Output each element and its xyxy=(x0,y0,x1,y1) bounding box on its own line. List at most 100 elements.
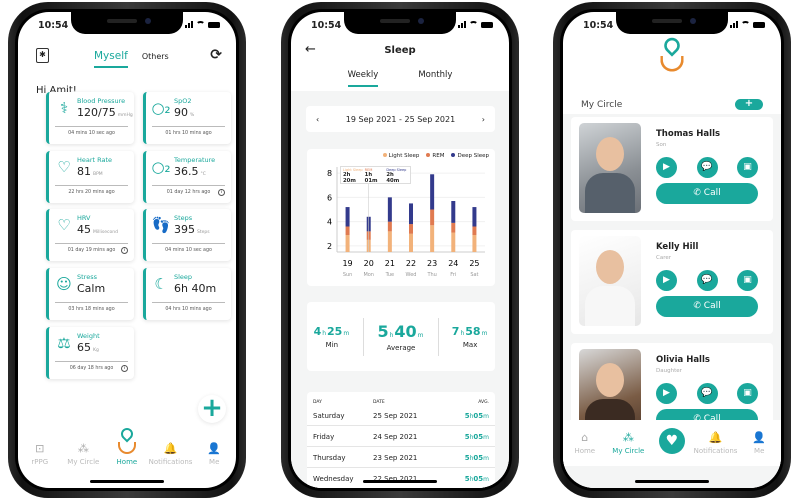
add-member-button[interactable]: + xyxy=(735,99,763,110)
heart-icon: ♥ xyxy=(658,428,685,454)
tab-monthly[interactable]: Monthly xyxy=(418,70,452,87)
table-row[interactable]: Friday 24 Sep 2021 5h05m xyxy=(307,426,495,447)
phone-home: 10:54 ✱ Myself Others ⟳ Hi Amit! ⚕ Blood… xyxy=(8,2,246,498)
nav-icon: 👤 xyxy=(752,431,767,444)
metric-card-heart-rate[interactable]: ♡ Heart Rate 81 BPM 22 hrs 20 mins ago xyxy=(46,151,134,203)
video-call-icon[interactable]: ▶ xyxy=(656,157,677,178)
nav-me[interactable]: 👤 Me xyxy=(192,442,236,466)
status-time: 10:54 xyxy=(583,20,614,31)
card-value: 6h 40m xyxy=(174,282,217,295)
contact-name: Thomas Halls xyxy=(656,129,721,139)
gallery-icon[interactable]: ▣ xyxy=(737,270,758,291)
x-sub-label: Tue xyxy=(385,272,395,278)
info-icon[interactable]: i xyxy=(121,247,128,254)
app-logo xyxy=(660,34,684,74)
nav-my-circle[interactable]: ⁂ My Circle xyxy=(62,442,106,466)
sleep-icon: ☾ xyxy=(154,275,168,293)
add-button[interactable]: + xyxy=(198,395,226,423)
card-label: HRV xyxy=(77,214,91,222)
wifi-icon xyxy=(196,21,205,28)
chart-tooltip: Light Sleep 2h 20m REM 1h 01m Deep Sleep 2h… xyxy=(340,166,411,184)
tab-myself[interactable]: Myself xyxy=(94,50,128,68)
metric-card-hrv[interactable]: ♡ HRV 45 Millisecond 01 day 19 mins ago i xyxy=(46,209,134,261)
metric-card-steps[interactable]: 👣 Steps 395 Steps 04 mins 10 sec ago xyxy=(143,209,231,261)
card-label: SpO2 xyxy=(174,97,192,105)
metric-card-blood-pressure[interactable]: ⚕ Blood Pressure 120/75 mmHg 04 mins 10 s… xyxy=(46,92,134,144)
video-call-icon[interactable]: ▶ xyxy=(656,270,677,291)
signal-icon xyxy=(730,21,738,28)
stress-icon: ☺ xyxy=(56,275,72,293)
call-button[interactable]: ✆ Call xyxy=(656,296,758,317)
tab-weekly[interactable]: Weekly xyxy=(347,70,379,87)
nav-heart[interactable]: ♥ xyxy=(650,428,694,458)
contact-relation: Carer xyxy=(656,255,671,261)
contact-photo xyxy=(579,236,641,326)
x-sub-label: Sat xyxy=(470,272,478,278)
bar-light-sleep xyxy=(387,231,392,252)
info-icon[interactable]: i xyxy=(121,365,128,372)
message-icon[interactable]: 💬 xyxy=(696,157,718,178)
prev-week-icon[interactable]: ‹ xyxy=(316,115,319,124)
bar-deep-sleep xyxy=(451,201,456,223)
x-tick-label: 19 xyxy=(342,259,352,268)
battery-icon xyxy=(481,21,493,28)
tab-others[interactable]: Others xyxy=(142,50,169,68)
call-button[interactable]: ✆ Call xyxy=(656,183,758,204)
table-row[interactable]: Thursday 23 Sep 2021 5h05m xyxy=(307,447,495,468)
video-call-icon[interactable]: ▶ xyxy=(656,383,677,404)
bar-rem xyxy=(345,226,350,235)
bluetooth-icon[interactable]: ✱ xyxy=(36,48,49,63)
metric-card-sleep[interactable]: ☾ Sleep 6h 40m 04 hrs 10 mins ago xyxy=(143,268,231,320)
card-timestamp: 03 hrs 18 mins ago xyxy=(68,307,115,312)
table-row[interactable]: Wednesday 22 Sep 2021 5h05m xyxy=(307,468,495,488)
metric-card-stress[interactable]: ☺ Stress Calm 03 hrs 18 mins ago xyxy=(46,268,134,320)
nav-notifications[interactable]: 🔔 Notifications xyxy=(694,431,738,455)
nav-me[interactable]: 👤 Me xyxy=(737,431,781,455)
metric-card-weight[interactable]: ⚖ Weight 65 Kg 06 day 18 hrs ago i xyxy=(46,327,134,379)
contact-card: Thomas Halls Son ▶ 💬 ▣ ✆ Call xyxy=(571,117,773,221)
card-timestamp: 04 mins 10 sec ago xyxy=(68,131,115,136)
nav-my-circle[interactable]: ⁂ My Circle xyxy=(607,431,651,455)
contact-name: Kelly Hill xyxy=(656,242,699,252)
status-time: 10:54 xyxy=(38,20,69,31)
card-timestamp: 04 mins 10 sec ago xyxy=(165,248,212,253)
next-week-icon[interactable]: › xyxy=(482,115,485,124)
steps-icon: 👣 xyxy=(151,216,171,234)
tooltip-rem: REM 1h 01m xyxy=(364,168,378,184)
phone-my-circle: 10:54 My Circle + Thomas Halls Son ▶ 💬 ▣ ✆… xyxy=(553,2,791,498)
info-icon[interactable]: i xyxy=(218,189,225,196)
x-tick-label: 23 xyxy=(427,259,437,268)
message-icon[interactable]: 💬 xyxy=(696,270,718,291)
refresh-icon[interactable]: ⟳ xyxy=(210,47,222,63)
tooltip-light: Light Sleep 2h 20m xyxy=(343,168,363,184)
nav-notifications[interactable]: 🔔 Notifications xyxy=(149,442,193,466)
card-value: 36.5 °C xyxy=(174,165,206,178)
message-icon[interactable]: 💬 xyxy=(696,383,718,404)
bar-rem xyxy=(430,209,435,226)
notch xyxy=(344,12,456,34)
sleep-chart: Light Sleep REM Deep Sleep 2 4 6 8 19 Sun 20 Mon 2… xyxy=(307,149,495,286)
battery-icon xyxy=(753,21,765,28)
gallery-icon[interactable]: ▣ xyxy=(737,157,758,178)
notch xyxy=(616,12,728,34)
hrv-icon: ♡ xyxy=(57,216,71,234)
tooltip-deep: Deep Sleep 2h 40m xyxy=(386,168,407,184)
home-logo-icon xyxy=(117,425,136,456)
nav-icon: ⁂ xyxy=(77,442,89,455)
blood-pressure-icon: ⚕ xyxy=(59,99,69,117)
gallery-icon[interactable]: ▣ xyxy=(737,383,758,404)
table-row[interactable]: Saturday 25 Sep 2021 5h05m xyxy=(307,405,495,426)
nav-home[interactable]: Home xyxy=(105,425,149,466)
metric-card-temperature[interactable]: ○₂ Temperature 36.5 °C 01 day 12 hrs ago … xyxy=(143,151,231,203)
bar-rem xyxy=(451,222,456,233)
page-title: Sleep xyxy=(384,45,416,56)
metric-card-spo2[interactable]: ○₂ SpO2 90% 01 hrs 10 mins ago xyxy=(143,92,231,144)
nav-icon: 🔔 xyxy=(708,431,723,444)
stat-max: 7h58m Max xyxy=(451,324,488,349)
bar-deep-sleep xyxy=(430,174,435,210)
card-label: Blood Pressure xyxy=(77,97,126,105)
x-sub-label: Mon xyxy=(363,272,374,278)
card-label: Sleep xyxy=(174,273,193,281)
nav-rppg[interactable]: ⊡ rPPG xyxy=(18,442,62,466)
nav-home[interactable]: ⌂ Home xyxy=(563,431,607,455)
